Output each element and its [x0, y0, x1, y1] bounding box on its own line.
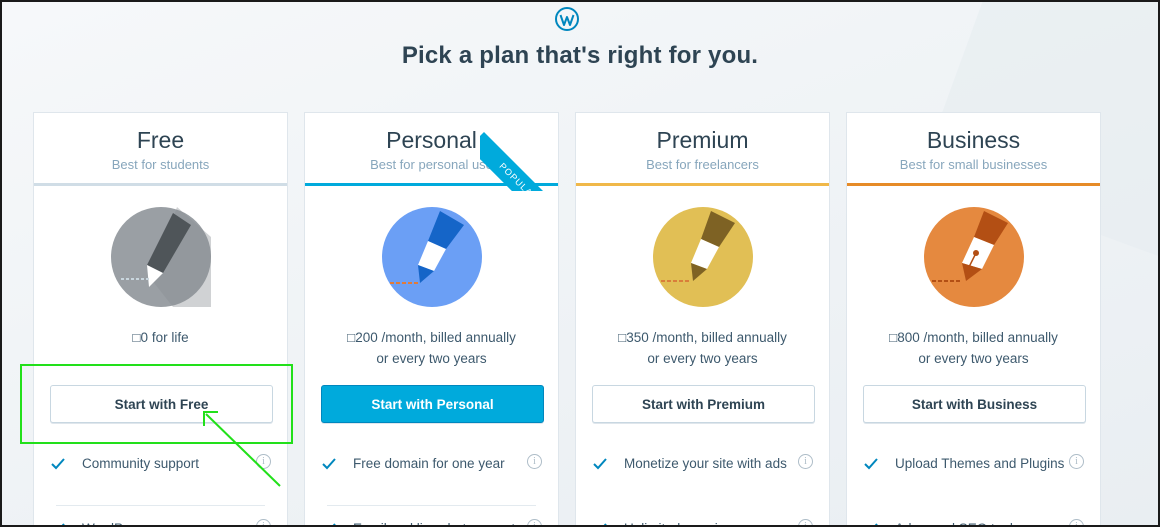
plan-price: □350 /month, billed annually or every tw…	[576, 327, 829, 369]
feature-text: Email and live chat support	[353, 518, 527, 525]
checkmark-icon	[61, 523, 65, 525]
feature-text: Unlimited premium	[624, 518, 798, 525]
price-line-2: or every two years	[918, 351, 1029, 366]
wordpress-logo-icon	[555, 7, 579, 31]
plan-name: Premium	[656, 127, 749, 153]
page-title: Pick a plan that's right for you.	[401, 42, 759, 69]
price-line-1: □0 for life	[132, 330, 189, 345]
checkmark-icon	[322, 458, 336, 470]
plan-header: Premium Best for freelancers	[576, 113, 829, 186]
price-line-2: or every two years	[376, 351, 487, 366]
feature-text: Advanced SEO tools	[895, 518, 1069, 525]
popular-ribbon: POPULAR	[480, 106, 565, 191]
info-icon[interactable]: i	[527, 454, 542, 469]
price-line-1: □800 /month, billed annually	[889, 330, 1058, 345]
plan-header: Business Best for small businesses	[847, 113, 1100, 186]
feature-item: Free domain for one year i	[321, 453, 542, 474]
plan-subtitle: Best for freelancers	[646, 157, 759, 172]
plan-price: □200 /month, billed annually or every tw…	[305, 327, 558, 369]
feature-item: Upload Themes and Plugins i	[863, 453, 1084, 474]
price-line-2: or every two years	[647, 351, 758, 366]
feature-text: Monetize your site with ads	[624, 456, 787, 471]
info-icon[interactable]: i	[256, 519, 271, 525]
info-icon[interactable]: i	[1069, 454, 1084, 469]
info-icon[interactable]: i	[798, 519, 813, 525]
annotation-arrow-icon	[203, 411, 281, 487]
checkmark-icon	[864, 458, 878, 470]
start-with-business-button[interactable]: Start with Business	[863, 385, 1086, 423]
feature-text: WordPress.com	[82, 518, 256, 525]
info-icon[interactable]: i	[1069, 519, 1084, 525]
plan-subtitle: Best for small businesses	[899, 157, 1048, 172]
plan-header: Free Best for students	[34, 113, 287, 186]
fountain-pen-icon	[924, 207, 1024, 307]
feature-item: WordPress.com i	[50, 518, 271, 525]
screenshot-frame: Pick a plan that's right for you. Free B…	[0, 0, 1160, 527]
feature-item: Advanced SEO tools i	[863, 518, 1084, 525]
plan-price: □800 /month, billed annually or every tw…	[847, 327, 1100, 369]
start-with-personal-button[interactable]: Start with Personal	[321, 385, 544, 423]
plan-name: Business	[926, 127, 1021, 153]
checkmark-icon	[51, 458, 65, 470]
brush-icon	[653, 207, 753, 307]
plan-card-business: Business Best for small businesses □800 …	[846, 112, 1101, 525]
checkmark-icon	[874, 523, 878, 525]
price-line-1: □200 /month, billed annually	[347, 330, 516, 345]
feature-item: Unlimited premium i	[592, 518, 813, 525]
plan-subtitle: Best for students	[111, 157, 210, 172]
feature-divider	[56, 505, 265, 506]
pencil-icon	[111, 207, 211, 307]
info-icon[interactable]: i	[798, 454, 813, 469]
popular-ribbon-label: POPULAR	[480, 132, 565, 191]
feature-item: Email and live chat support i	[321, 518, 542, 525]
info-icon[interactable]: i	[527, 519, 542, 525]
checkmark-icon	[593, 458, 607, 470]
plan-card-premium: Premium Best for freelancers □350 /month…	[575, 112, 830, 525]
price-line-1: □350 /month, billed annually	[618, 330, 787, 345]
feature-item: Monetize your site with ads i	[592, 453, 813, 474]
plan-name: Free	[136, 127, 185, 153]
start-with-premium-button[interactable]: Start with Premium	[592, 385, 815, 423]
feature-text: Upload Themes and Plugins	[895, 456, 1065, 471]
checkmark-icon	[603, 523, 607, 525]
feature-text: Free domain for one year	[353, 456, 505, 471]
checkmark-icon	[332, 523, 336, 525]
feature-divider	[327, 505, 536, 506]
pencil-icon	[382, 207, 482, 307]
plan-price: □0 for life	[34, 327, 287, 348]
